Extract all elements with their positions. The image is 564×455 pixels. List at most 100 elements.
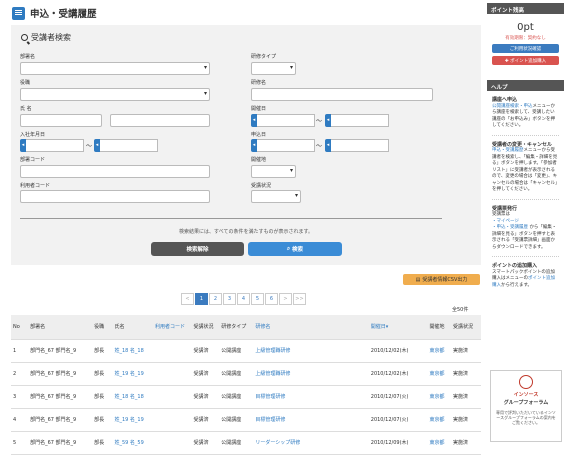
cell-type: 公開講座 [219,408,254,432]
training-name-label: 研修名 [251,80,267,86]
training-link[interactable]: 目標管理研修 [255,394,285,400]
cell-state: 実施済 [451,362,481,386]
tilde: 〜 [316,143,323,150]
cell-pos: 部長 [92,385,113,409]
first-name-input[interactable] [110,114,210,127]
page-link[interactable]: >> [293,293,306,305]
divider [492,198,559,200]
page-link[interactable]: 3 [223,293,236,305]
cell-venue: 東京都 [427,362,452,386]
dept-code-input[interactable] [20,165,210,178]
tilde: 〜 [316,118,323,125]
cell-date: 2010/12/07(火) [368,408,428,432]
apply-date-label: 申込日 [251,132,267,138]
open-date-from[interactable]: ◂ [251,114,315,127]
name-link[interactable]: 姓_59 名_59 [114,440,143,446]
cell-no: 3 [11,385,29,409]
help-apply-link[interactable]: 公開講座検索・申込 [492,104,533,109]
user-code-input[interactable] [20,190,210,203]
help-change-link[interactable]: 申込・受講履歴 [492,148,524,153]
search-button[interactable]: ⌕ 検索 [248,242,342,256]
dept-select[interactable] [20,62,210,75]
cell-no: 4 [11,408,29,432]
column-header: 利用者コード [153,315,192,340]
position-select[interactable] [20,88,210,101]
cell-name: 姓_19 名_19 [112,362,154,386]
cell-date: 2010/12/07(火) [368,385,428,409]
points-value: 0pt [517,22,534,33]
training-link[interactable]: 上級管理職研修 [255,348,290,354]
open-date-to[interactable]: ◂ [325,114,389,127]
usage-button[interactable]: ご利用状況確認 [492,44,559,53]
cell-training: 上級管理職研修 [253,339,369,363]
column-header: 研修名 [253,315,369,340]
join-date-to[interactable]: ◂ [94,139,158,152]
column-header[interactable]: 部署名 [28,315,93,340]
column-header[interactable]: 開催日▾ [368,315,428,340]
page-link[interactable]: 6 [265,293,278,305]
column-header: 役職 [92,315,113,340]
last-name-input[interactable] [20,114,102,127]
cell-pos: 部長 [92,339,113,363]
cell-type: 公開講座 [219,339,254,363]
cell-code [153,339,192,363]
csv-export-button[interactable]: ▤ 受講者情報CSV出力 [403,274,480,285]
cell-no: 1 [11,339,29,363]
apply-date-from[interactable]: ◂ [251,139,315,152]
training-link[interactable]: 上級管理職研修 [255,371,290,377]
table-body: 1 部門名_67 部門名_9 部長 姓_18 名_18 受講済 公開講座 上級管理職研修 20… [11,339,481,455]
forum-banner[interactable]: インソース グループフォーラム 専用で評判いただいているインソースグループフォー… [490,370,562,442]
page-link[interactable]: 5 [251,293,264,305]
training-link[interactable]: 目標管理研修 [255,417,285,423]
page-title: 申込・受講履歴 [12,5,97,21]
page-link[interactable]: 1 [195,293,208,305]
sidebar: ポイント残高 0pt 有効期限：契約なし ご利用状況確認 ✚ ポイント追加購入 … [487,0,564,451]
join-date-from[interactable]: ◂ [20,139,84,152]
divider [492,256,559,257]
page-link[interactable]: > [279,293,292,305]
venue-link[interactable]: 東京都 [430,417,445,423]
position-label: 役職 [20,80,31,86]
name-link[interactable]: 姓_19 名_19 [114,371,143,377]
search-note: 検索結果には、すべての条件を満たすものが表示されます。 [179,229,313,235]
cell-status: 受講済 [191,339,220,363]
page-link[interactable]: 4 [237,293,250,305]
clear-button[interactable]: 検索解除 [151,242,244,256]
dept-code-label: 部署コード [20,157,46,163]
training-type-select[interactable] [251,62,296,75]
training-link[interactable]: リーダーシップ研修 [255,440,300,446]
cell-name: 姓_19 名_19 [112,408,154,432]
column-header: No [11,315,29,340]
help-mypage-link[interactable]: ・マイページ [492,219,519,224]
venue-label: 開催地 [251,157,267,163]
page-link[interactable]: < [181,293,194,305]
name-link[interactable]: 姓_18 名_18 [114,394,143,400]
buy-points-button[interactable]: ✚ ポイント追加購入 [492,56,559,65]
cell-venue: 東京都 [427,385,452,409]
cell-date: 2010/12/02(木) [368,362,428,386]
cell-type: 公開講座 [219,385,254,409]
help-points-text2: から行えます。 [501,282,533,288]
training-name-input[interactable] [251,88,433,101]
table-row: 4 部門名_67 部門名_9 部長 姓_19 名_19 受講済 公開講座 目標管理研修 201… [11,408,481,432]
help-history-link[interactable]: ・申込・受講履歴 [492,225,528,230]
results-table: No 部署名 役職 氏名 利用者コード 受講状況 研修タイプ 研修名 開催日▾ 開催地 受講状況 1… [11,315,481,455]
apply-date-to[interactable]: ◂ [325,139,389,152]
search-heading: 受講者検索 [21,32,71,43]
page-link[interactable]: 2 [209,293,222,305]
name-link[interactable]: 姓_19 名_19 [114,417,143,423]
venue-link[interactable]: 東京都 [430,371,445,377]
status-select[interactable] [251,190,301,203]
venue-select[interactable] [251,165,296,178]
name-link[interactable]: 姓_18 名_18 [114,348,143,354]
venue-link[interactable]: 東京都 [430,440,445,446]
venue-link[interactable]: 東京都 [430,394,445,400]
venue-link[interactable]: 東京都 [430,348,445,354]
dept-label: 部署名 [20,54,36,60]
column-header: 開催地 [427,315,452,340]
cell-no: 2 [11,362,29,386]
cell-state: 実施済 [451,339,481,363]
column-header[interactable]: 氏名 [112,315,154,340]
cell-name: 姓_18 名_18 [112,385,154,409]
cell-status: 受講済 [191,408,220,432]
